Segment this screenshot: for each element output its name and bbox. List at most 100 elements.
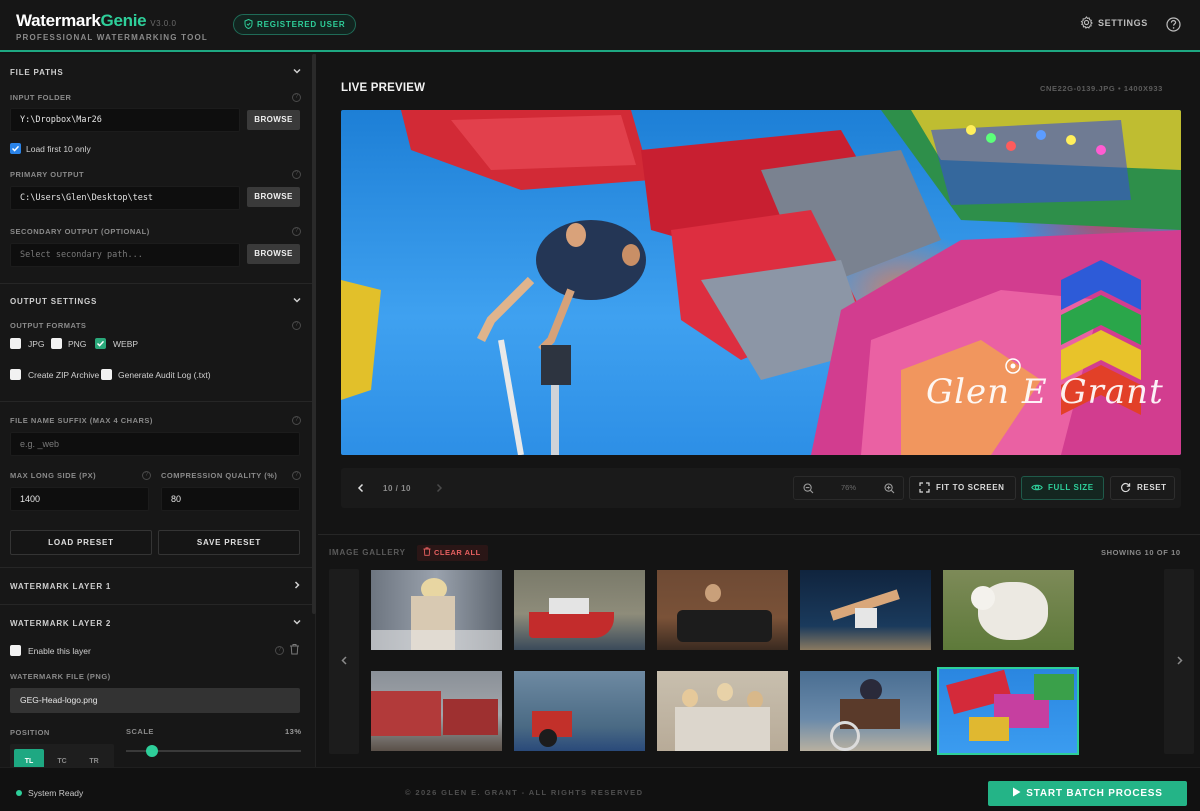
watermark-file-field[interactable]: GEG-Head-logo.png: [10, 688, 300, 713]
format-png-label: PNG: [68, 339, 87, 349]
section-layer-1-header[interactable]: WATERMARK LAYER 1: [10, 581, 302, 591]
app-header: WatermarkGenie V3.0.0 PROFESSIONAL WATERM…: [0, 0, 1200, 52]
chevron-left-icon: [341, 656, 347, 665]
zip-archive-checkbox[interactable]: [10, 369, 21, 380]
eye-icon: [1031, 484, 1043, 491]
watermark-file-label: WATERMARK FILE (PNG): [10, 672, 111, 681]
section-layer-2-header[interactable]: WATERMARK LAYER 2: [10, 619, 302, 628]
zoom-in-icon[interactable]: [884, 483, 895, 494]
audit-log-checkbox[interactable]: [101, 369, 112, 380]
zip-archive-label: Create ZIP Archive: [28, 370, 100, 380]
browse-secondary-button[interactable]: BROWSE: [247, 244, 300, 264]
gallery-thumb-wheelchair-athlete[interactable]: [800, 671, 931, 751]
max-side-input[interactable]: 1400: [10, 487, 149, 511]
format-jpg-checkbox[interactable]: [10, 338, 21, 349]
load-first-label: Load first 10 only: [26, 144, 91, 154]
save-preset-button[interactable]: SAVE PRESET: [158, 530, 300, 555]
preview-file-info: CNE22G-0139.JPG • 1400X933: [1040, 84, 1163, 93]
chevron-down-icon: [293, 619, 301, 625]
info-icon[interactable]: ?: [292, 227, 301, 236]
zoom-out-icon[interactable]: [803, 483, 814, 494]
preview-watermark-text: Glen E Grant: [926, 372, 1164, 412]
live-preview-title: LIVE PREVIEW: [341, 82, 426, 94]
status-indicator: [16, 790, 22, 796]
section-output-settings-header[interactable]: OUTPUT SETTINGS: [10, 297, 302, 306]
section-divider: [0, 604, 312, 605]
chevron-right-icon: [1177, 656, 1183, 665]
checkmark-icon: [11, 145, 20, 152]
reset-button[interactable]: RESET: [1110, 476, 1175, 500]
info-icon[interactable]: ?: [292, 93, 301, 102]
info-icon[interactable]: ?: [292, 321, 301, 330]
info-icon[interactable]: ?: [292, 416, 301, 425]
full-size-button[interactable]: FULL SIZE: [1021, 476, 1104, 500]
gallery-thumb-blonde-portrait[interactable]: [371, 570, 502, 650]
image-counter: 10 / 10: [383, 484, 411, 493]
info-icon[interactable]: ?: [292, 170, 301, 179]
app-logo: WatermarkGenie V3.0.0 PROFESSIONAL WATERM…: [16, 11, 208, 42]
primary-output-label: PRIMARY OUTPUT: [10, 170, 85, 179]
gallery-next-button[interactable]: [1164, 569, 1194, 754]
secondary-output-label: SECONDARY OUTPUT (OPTIONAL): [10, 227, 150, 236]
load-preset-button[interactable]: LOAD PRESET: [10, 530, 152, 555]
shield-check-icon: [244, 18, 253, 30]
chevron-left-icon[interactable]: [355, 482, 367, 494]
chevron-right-icon: [294, 581, 300, 589]
chevron-right-icon[interactable]: [433, 482, 445, 494]
scale-slider-thumb[interactable]: [146, 745, 158, 757]
settings-sidebar: [0, 54, 316, 767]
app-window: WatermarkGenie V3.0.0 PROFESSIONAL WATERM…: [0, 0, 1200, 811]
help-circle-icon: [1166, 17, 1181, 32]
info-icon[interactable]: ?: [292, 471, 301, 480]
gallery-thumb-red-houses[interactable]: [371, 671, 502, 751]
checkmark-icon: [96, 340, 105, 347]
quality-input[interactable]: 80: [161, 487, 300, 511]
section-divider: [0, 567, 312, 568]
app-version: V3.0.0: [150, 19, 177, 28]
secondary-output-field[interactable]: Select secondary path...: [10, 243, 240, 267]
gallery-thumb-red-boat[interactable]: [514, 570, 645, 650]
app-subtitle: PROFESSIONAL WATERMARKING TOOL: [16, 33, 209, 42]
scale-value: 13%: [285, 727, 302, 736]
gallery-divider: [318, 534, 1200, 535]
app-name: WatermarkGenie: [16, 11, 147, 30]
gallery-thumb-white-dog[interactable]: [943, 570, 1074, 650]
sidebar-scrollbar[interactable]: [312, 54, 316, 614]
gallery-thumb-family-photo[interactable]: [657, 671, 788, 751]
expand-icon: [919, 482, 930, 493]
info-icon[interactable]: ?: [275, 646, 284, 655]
trash-icon[interactable]: [289, 643, 300, 655]
browse-input-button[interactable]: BROWSE: [247, 110, 300, 130]
chevron-down-icon: [293, 68, 301, 74]
clear-all-button[interactable]: CLEAR ALL: [417, 545, 488, 561]
gallery-thumb-carnival-ride[interactable]: [937, 667, 1079, 755]
format-webp-label: WEBP: [113, 339, 139, 349]
load-first-checkbox[interactable]: [10, 143, 21, 154]
format-jpg-label: JPG: [28, 339, 45, 349]
enable-layer-checkbox[interactable]: [10, 645, 21, 656]
fit-to-screen-button[interactable]: FIT TO SCREEN: [909, 476, 1016, 500]
format-png-checkbox[interactable]: [51, 338, 62, 349]
gallery-thumb-leather-sofa[interactable]: [657, 570, 788, 650]
info-icon[interactable]: ?: [142, 471, 151, 480]
input-folder-field[interactable]: Y:\Dropbox\Mar26: [10, 108, 240, 132]
section-file-paths-header[interactable]: FILE PATHS: [10, 68, 302, 77]
live-preview-image[interactable]: Glen E Grant: [341, 110, 1181, 455]
gallery-thumb-gymnast-dancer[interactable]: [800, 570, 931, 650]
trash-icon: [423, 547, 431, 556]
gallery-prev-button[interactable]: [329, 569, 359, 754]
format-webp-checkbox[interactable]: [95, 338, 106, 349]
chevron-down-icon: [293, 297, 301, 303]
gallery-count: SHOWING 10 OF 10: [1101, 548, 1181, 557]
gallery-thumb-red-tractor[interactable]: [514, 671, 645, 751]
copyright-text: © 2026 GLEN E. GRANT - ALL RIGHTS RESERV…: [405, 788, 644, 797]
audit-log-label: Generate Audit Log (.txt): [118, 370, 211, 380]
primary-output-field[interactable]: C:\Users\Glen\Desktop\test: [10, 186, 240, 210]
section-divider: [0, 401, 312, 402]
start-batch-button[interactable]: START BATCH PROCESS: [988, 781, 1187, 806]
settings-button[interactable]: SETTINGS: [1080, 16, 1148, 29]
browse-primary-button[interactable]: BROWSE: [247, 187, 300, 207]
play-icon: [1013, 787, 1021, 797]
suffix-input[interactable]: e.g. _web: [10, 432, 300, 456]
help-button[interactable]: [1166, 17, 1181, 37]
